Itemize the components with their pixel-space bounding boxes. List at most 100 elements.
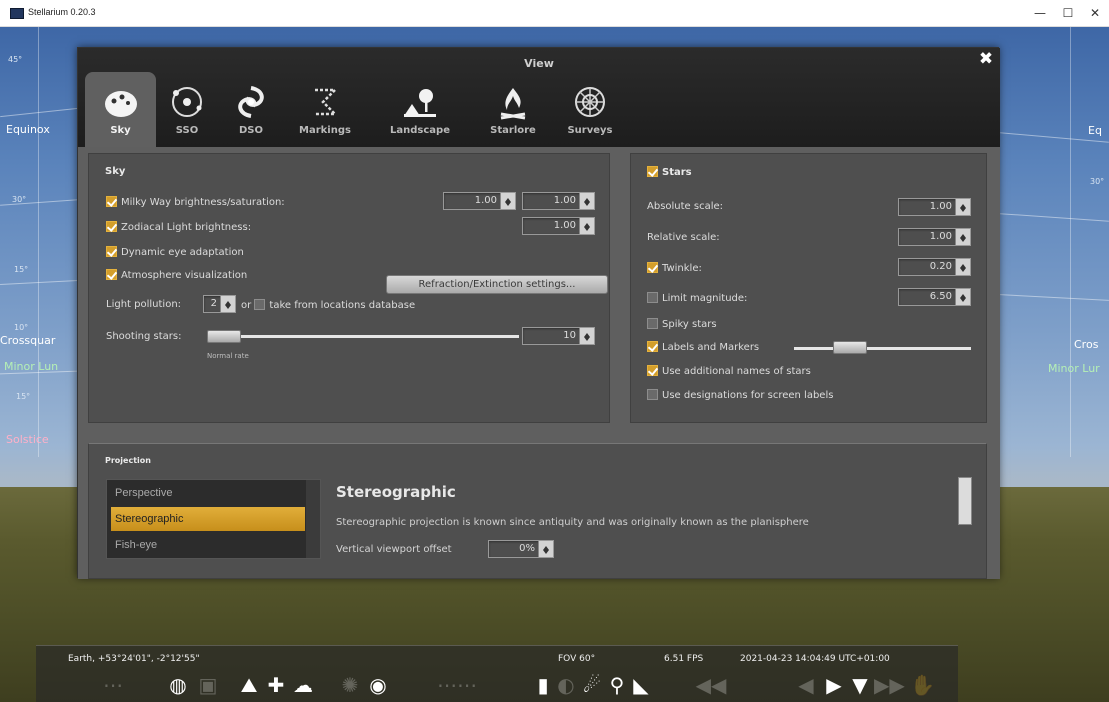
twinkle-checkbox[interactable] [647,262,658,273]
atmosphere-row[interactable]: Atmosphere visualization [106,269,247,281]
projection-item-stereographic[interactable]: Stereographic [111,507,305,531]
tab-landscape[interactable]: Landscape [370,72,470,147]
milky-way-brightness-spinbox[interactable]: 1.00 [443,192,516,210]
planets-icon[interactable]: ◉ [366,674,390,696]
absolute-scale-label: Absolute scale: [647,201,724,212]
azimuthal-grid-icon[interactable]: ▣ [196,674,220,696]
fullscreen-icon[interactable]: ✋ [910,674,935,696]
tab-surveys[interactable]: Surveys [554,72,626,147]
limit-magnitude-spinbox[interactable]: 6.50 [898,288,971,306]
surveys-icon [575,87,605,117]
dialog-header: View ✖ Sky SSO DSO Markings Landscape St… [78,48,1000,147]
location-db-row[interactable]: or take from locations database [241,299,415,311]
altitude-mark: 15° [16,392,31,401]
tab-starlore[interactable]: Starlore [480,72,546,147]
search-icon[interactable]: ⚲ [606,674,628,696]
shooting-stars-rate-caption: Normal rate [207,352,249,360]
time-icon[interactable]: ▼ [848,674,872,696]
cardinal-points-icon[interactable]: ✚ [264,674,288,696]
exoplanets-icon[interactable]: ☄ [580,674,604,696]
maximize-button[interactable]: ☐ [1055,4,1081,24]
zodiacal-checkbox[interactable] [106,221,117,232]
spin-arrows-icon[interactable] [220,296,235,312]
projection-desc-scrollbar[interactable] [958,477,972,525]
stars-group-header[interactable]: Stars [647,166,692,178]
additional-names-checkbox[interactable] [647,365,658,376]
time-rewind-icon[interactable]: ◀◀ [666,674,756,696]
time-forward-icon[interactable]: ▶▶ [874,674,905,696]
spin-arrows-icon[interactable] [955,229,970,245]
equinox-label-right: Eq [1088,124,1102,137]
spin-arrows-icon[interactable] [579,328,594,344]
shooting-stars-value: 10 [563,330,576,341]
spin-arrows-icon[interactable] [538,541,553,557]
location-status: Earth, +53°24'01", -2°12'55" [68,654,200,664]
zodiacal-spinbox[interactable]: 1.00 [522,217,595,235]
shooting-stars-spinbox[interactable]: 10 [522,327,595,345]
spin-arrows-icon[interactable] [579,193,594,209]
dynamic-eye-row[interactable]: Dynamic eye adaptation [106,246,244,258]
stars-checkbox[interactable] [647,166,658,177]
light-pollution-spinbox[interactable]: 2 [203,295,236,313]
tab-sso[interactable]: SSO [158,72,216,147]
limit-magnitude-row[interactable]: Limit magnitude: [647,292,747,304]
dso-icon [238,86,264,118]
shooting-stars-slider-track[interactable] [207,335,519,338]
sky-icon [104,91,137,117]
projection-list[interactable]: Perspective Stereographic Fish-eye [106,479,321,559]
spin-arrows-icon[interactable] [955,199,970,215]
twinkle-spinbox[interactable]: 0.20 [898,258,971,276]
spin-arrows-icon[interactable] [579,218,594,234]
refraction-settings-button[interactable]: Refraction/Extinction settings... [386,275,608,294]
spin-arrows-icon[interactable] [955,259,970,275]
zodiacal-value: 1.00 [553,220,576,231]
projection-list-scrollbar[interactable] [306,480,320,558]
equatorial-grid-icon[interactable]: ◍ [166,674,190,696]
twinkle-row[interactable]: Twinkle: [647,262,702,274]
time-back-icon[interactable]: ◀ [794,674,818,696]
close-window-button[interactable]: ✕ [1082,4,1108,24]
milky-way-checkbox[interactable] [106,196,117,207]
limit-magnitude-checkbox[interactable] [647,292,658,303]
play-icon[interactable]: ▶ [822,674,846,696]
zodiacal-row[interactable]: Zodiacal Light brightness: [106,221,251,233]
labels-markers-row[interactable]: Labels and Markers [647,341,759,353]
designations-row[interactable]: Use designations for screen labels [647,389,833,401]
constellation-lines-icon[interactable]: ⋯ [78,674,148,696]
night-mode-icon[interactable]: ◐ [556,674,576,696]
shooting-stars-slider-handle[interactable] [207,330,241,343]
fov-status: FOV 60° [558,654,596,664]
minor-lunar-label: Minor Lun [4,360,59,373]
nebulae-icon[interactable]: ✺ [338,674,362,696]
bookmark-icon[interactable]: ▮ [533,674,553,696]
atmosphere-checkbox[interactable] [106,269,117,280]
projection-item-perspective[interactable]: Perspective [111,481,305,505]
dynamic-eye-checkbox[interactable] [106,246,117,257]
stars-group-title: Stars [662,167,692,178]
labels-markers-slider-track[interactable] [794,347,971,350]
tab-markings[interactable]: Markings [284,72,366,147]
ground-icon[interactable]: ⛰ [234,674,264,696]
minimize-button[interactable]: — [1027,4,1053,24]
labels-markers-slider-handle[interactable] [833,341,867,354]
projection-item-fisheye[interactable]: Fish-eye [111,533,305,557]
atmosphere-icon[interactable]: ☁ [290,674,316,696]
absolute-scale-spinbox[interactable]: 1.00 [898,198,971,216]
spiky-stars-row[interactable]: Spiky stars [647,318,717,330]
telescope-icon[interactable]: ◣ [630,674,652,696]
location-db-checkbox[interactable] [254,299,266,310]
viewport-offset-spinbox[interactable]: 0% [488,540,554,558]
satellites-icon[interactable]: ⋯⋯ [402,674,512,696]
relative-scale-spinbox[interactable]: 1.00 [898,228,971,246]
milky-way-saturation-spinbox[interactable]: 1.00 [522,192,595,210]
designations-checkbox[interactable] [647,389,658,400]
milky-way-row[interactable]: Milky Way brightness/saturation: [106,196,285,208]
dialog-close-button[interactable]: ✖ [977,50,995,68]
tab-dso[interactable]: DSO [222,72,280,147]
spin-arrows-icon[interactable] [500,193,515,209]
spiky-stars-checkbox[interactable] [647,318,658,329]
tab-sky[interactable]: Sky [85,72,156,147]
labels-markers-checkbox[interactable] [647,341,658,352]
spin-arrows-icon[interactable] [955,289,970,305]
additional-names-row[interactable]: Use additional names of stars [647,365,811,377]
